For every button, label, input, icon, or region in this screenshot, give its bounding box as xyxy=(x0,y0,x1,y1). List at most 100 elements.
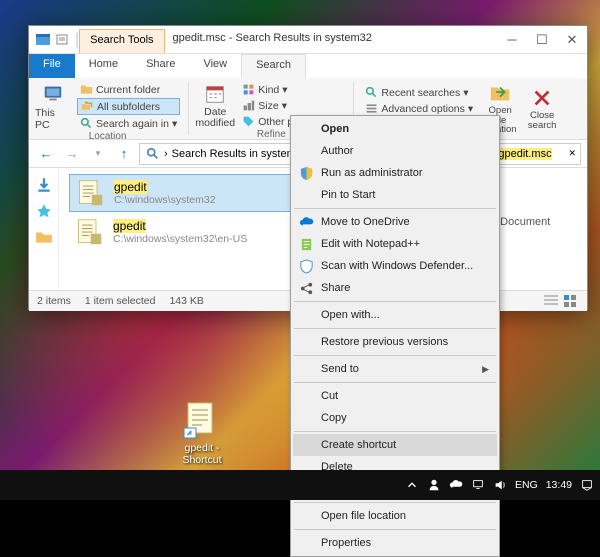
close-search-button[interactable]: Close search xyxy=(524,82,560,135)
selection-size: 143 KB xyxy=(169,295,203,307)
all-subfolders-button[interactable]: All subfolders xyxy=(77,98,180,115)
app-icon xyxy=(35,32,51,48)
kind-button[interactable]: Kind ▾ xyxy=(239,82,345,97)
onedrive-tray-icon[interactable] xyxy=(449,478,463,492)
ctx-author[interactable]: Author xyxy=(293,140,497,162)
network-icon[interactable] xyxy=(471,478,485,492)
ribbon-tabs: File Home Share View Search xyxy=(29,54,587,78)
file-details-column: e Document xyxy=(487,168,587,290)
file-name: gpedit xyxy=(114,180,216,194)
forward-button[interactable]: → xyxy=(61,143,83,165)
folders-icon xyxy=(81,100,94,113)
downloads-icon[interactable] xyxy=(35,176,53,194)
ctx-separator xyxy=(294,382,496,383)
people-icon[interactable] xyxy=(427,478,441,492)
msc-file-icon xyxy=(76,179,104,207)
tiles-view-icon[interactable] xyxy=(563,294,579,308)
date-modified-button[interactable]: Date modified xyxy=(197,82,233,129)
dropdown-icon[interactable] xyxy=(55,32,71,48)
tray-up-icon[interactable] xyxy=(405,478,419,492)
search-icon xyxy=(80,117,93,130)
quick-access-toolbar: | xyxy=(29,26,79,53)
ctx-separator xyxy=(294,431,496,432)
ctx-share[interactable]: Share xyxy=(293,277,497,299)
navigation-pane[interactable] xyxy=(29,168,59,290)
tab-share[interactable]: Share xyxy=(132,54,189,78)
ctx-onedrive[interactable]: Move to OneDrive xyxy=(293,211,497,233)
cloud-icon xyxy=(299,215,314,230)
close-button[interactable]: ✕ xyxy=(557,26,587,53)
ctx-restore[interactable]: Restore previous versions xyxy=(293,331,497,353)
ctx-separator xyxy=(294,328,496,329)
file-path: C:\windows\system32 xyxy=(114,194,216,206)
notepad-icon xyxy=(299,237,314,252)
msc-file-icon xyxy=(75,218,103,246)
computer-icon xyxy=(42,83,64,105)
selection-count: 1 item selected xyxy=(85,295,156,307)
defender-icon xyxy=(299,259,314,274)
folder-icon xyxy=(80,83,93,96)
folder-open-icon xyxy=(489,82,511,104)
ctx-properties[interactable]: Properties xyxy=(293,532,497,554)
location-group-label: Location xyxy=(35,131,180,142)
ctx-run-admin[interactable]: Run as administrator xyxy=(293,162,497,184)
minimize-button[interactable]: ─ xyxy=(497,26,527,53)
ctx-separator xyxy=(294,355,496,356)
up-button[interactable]: ↑ xyxy=(113,143,135,165)
size-icon xyxy=(242,99,255,112)
close-x-icon xyxy=(531,87,553,109)
ctx-copy[interactable]: Copy xyxy=(293,407,497,429)
tab-file[interactable]: File xyxy=(29,54,75,78)
clock[interactable]: 13:49 xyxy=(546,479,572,491)
breadcrumb-text: Search Results in system32 xyxy=(172,148,308,160)
current-folder-button[interactable]: Current folder xyxy=(77,82,180,97)
back-button[interactable]: ← xyxy=(35,143,57,165)
ctx-notepad[interactable]: Edit with Notepad++ xyxy=(293,233,497,255)
quick-access-icon[interactable] xyxy=(35,202,53,220)
ctx-defender[interactable]: Scan with Windows Defender... xyxy=(293,255,497,277)
nav-folder-icon[interactable] xyxy=(35,228,53,246)
recent-searches-button[interactable]: Recent searches ▾ xyxy=(362,85,476,100)
window-title: gpedit.msc - Search Results in system32 xyxy=(165,26,497,53)
volume-icon[interactable] xyxy=(493,478,507,492)
tab-view[interactable]: View xyxy=(189,54,241,78)
submenu-arrow-icon: ▶ xyxy=(482,364,489,375)
ctx-create-shortcut[interactable]: Create shortcut xyxy=(293,434,497,456)
this-pc-button[interactable]: This PC xyxy=(35,82,71,131)
search-again-button[interactable]: Search again in ▾ xyxy=(77,116,180,131)
share-icon xyxy=(299,281,314,296)
search-recent-icon xyxy=(365,86,378,99)
search-result-icon xyxy=(146,147,160,161)
maximize-button[interactable]: ☐ xyxy=(527,26,557,53)
advanced-options-button[interactable]: Advanced options ▾ xyxy=(362,101,476,116)
close-search-label: Close search xyxy=(524,111,560,130)
notifications-icon[interactable] xyxy=(580,478,594,492)
desktop-shortcut[interactable]: gpedit - Shortcut xyxy=(172,400,232,466)
ctx-separator xyxy=(294,529,496,530)
search-close-icon[interactable]: ✕ xyxy=(568,148,576,159)
ctx-open[interactable]: Open xyxy=(293,118,497,140)
taskbar[interactable]: ENG 13:49 xyxy=(0,470,600,500)
language-indicator[interactable]: ENG xyxy=(515,479,538,491)
recent-locations-button[interactable]: ▾ xyxy=(87,143,109,165)
file-name: gpedit xyxy=(113,219,247,233)
titlebar: | Search Tools gpedit.msc - Search Resul… xyxy=(29,26,587,54)
tab-home[interactable]: Home xyxy=(75,54,132,78)
details-view-icon[interactable] xyxy=(543,294,559,308)
tab-search[interactable]: Search xyxy=(241,54,306,78)
search-tools-tab[interactable]: Search Tools xyxy=(79,29,164,53)
ctx-cut[interactable]: Cut xyxy=(293,385,497,407)
ctx-pin-start[interactable]: Pin to Start xyxy=(293,184,497,206)
calendar-icon xyxy=(204,83,226,105)
search-query: gpedit.msc xyxy=(498,148,551,160)
options-icon xyxy=(365,102,378,115)
item-count: 2 items xyxy=(37,295,71,307)
ctx-open-location[interactable]: Open file location xyxy=(293,505,497,527)
date-modified-label: Date modified xyxy=(195,107,235,128)
shortcut-label: gpedit - Shortcut xyxy=(172,442,232,466)
file-type-text: e Document xyxy=(491,216,583,228)
size-button[interactable]: Size ▾ xyxy=(239,98,345,113)
system-tray: ENG 13:49 xyxy=(405,478,594,492)
ctx-open-with[interactable]: Open with... xyxy=(293,304,497,326)
ctx-send-to[interactable]: Send to▶ xyxy=(293,358,497,380)
